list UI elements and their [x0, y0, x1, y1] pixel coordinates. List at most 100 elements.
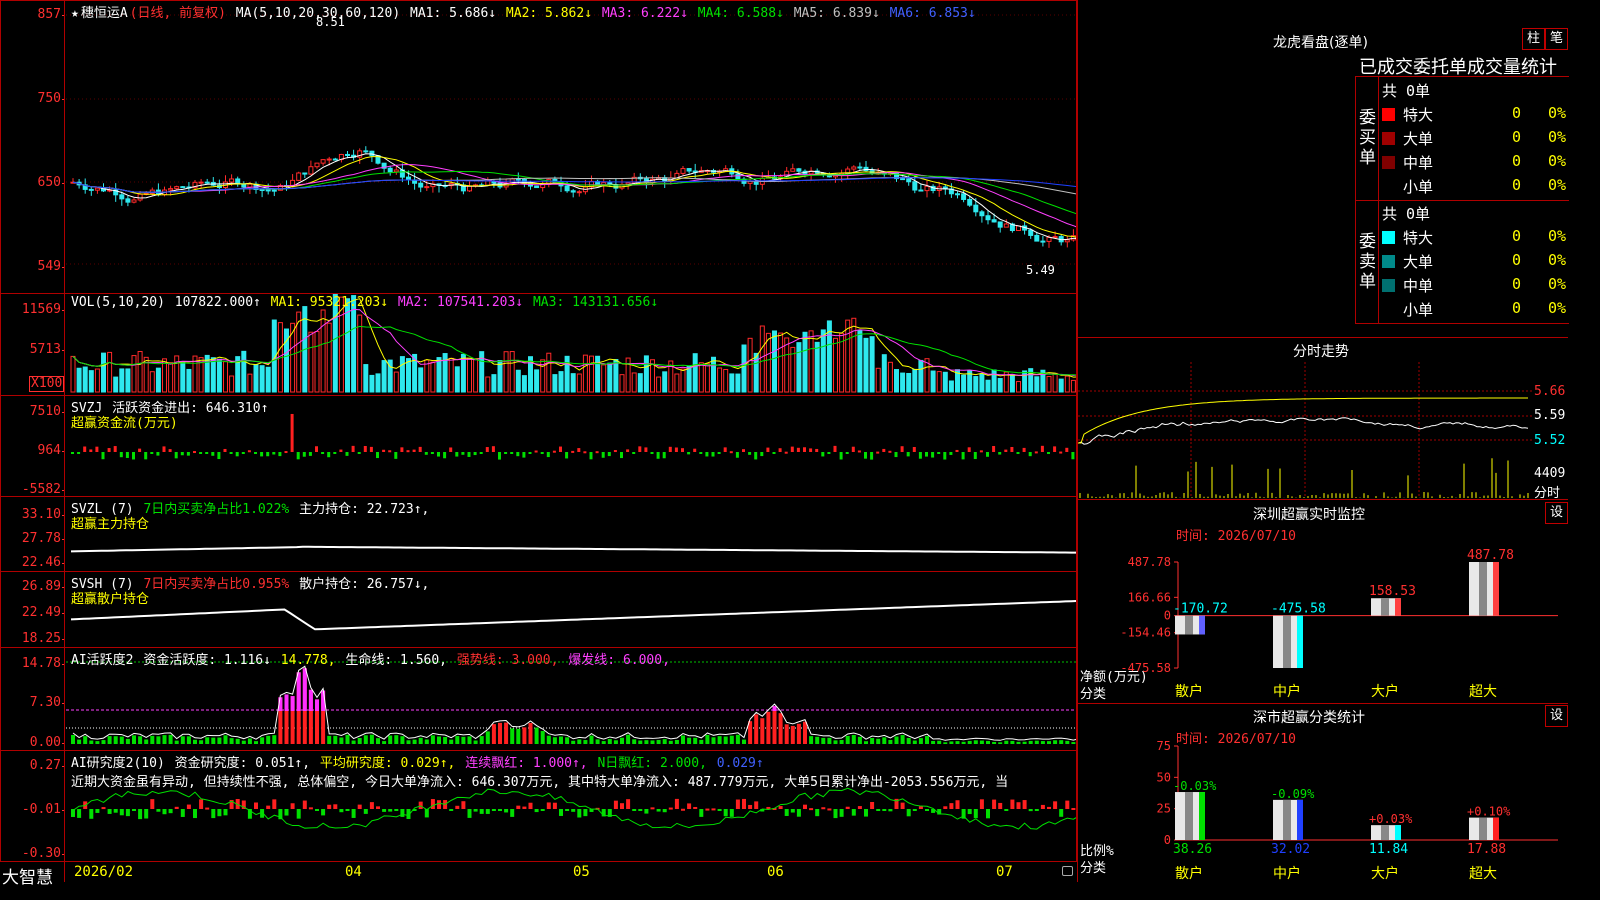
- ai1-bar: [674, 739, 679, 744]
- ma2: MA2: 5.862↓: [505, 6, 593, 21]
- ai2-bar: [327, 804, 332, 809]
- svzj-bar: [119, 452, 123, 458]
- ai2-bar: [687, 803, 692, 809]
- vol-bar: [985, 379, 991, 393]
- svzj-bar: [376, 452, 379, 459]
- vol-bar: [137, 351, 143, 393]
- svzj-bar: [650, 452, 654, 454]
- svzj-bar: [583, 451, 587, 454]
- ai2-bar: [711, 808, 716, 811]
- svzj-bar: [644, 447, 648, 452]
- candle: [985, 215, 991, 221]
- ai2-bar: [674, 798, 679, 809]
- svzl-panel[interactable]: SVZL (7) 7日内买卖净占比1.022% 主力持仓: 22.723↑, 超…: [0, 496, 1077, 572]
- svzj-bar: [430, 452, 434, 454]
- lhb-item-name: 特大: [1403, 106, 1434, 124]
- ai2-bar: [369, 802, 374, 809]
- ai2-bar: [138, 809, 143, 820]
- vol-bar: [717, 367, 723, 393]
- ai2-bar: [1034, 809, 1039, 811]
- bar-value-label: -475.58: [1271, 602, 1326, 617]
- ai1-bar-top: [772, 706, 777, 711]
- ai1-bar: [101, 740, 106, 744]
- ai2-bar: [565, 809, 570, 811]
- fenshi-panel[interactable]: 分时走势 5.66 5.59 5.52 4409 分时: [1077, 338, 1568, 501]
- vol-bar: [1052, 372, 1058, 393]
- ai1-bar: [254, 741, 258, 744]
- ai2-bar: [851, 809, 856, 816]
- svzj-bar: [864, 452, 867, 459]
- ai2-bar: [998, 802, 1003, 809]
- ai2-bar: [796, 809, 801, 817]
- ai2-bar: [638, 809, 643, 811]
- svzj-bar: [290, 413, 294, 452]
- vol-bar: [314, 331, 320, 393]
- ai1-bar: [992, 741, 997, 744]
- ai1-bar: [229, 738, 234, 744]
- classify-panel[interactable]: 深市超赢分类统计 设 时间: 2026/07/10 75 50 25 0 38.26 -0…: [1077, 704, 1569, 882]
- vol-bar: [759, 325, 765, 393]
- ai1-bar: [894, 736, 899, 744]
- vol-panel[interactable]: VOL(5,10,20) 107822.000↑ MA1: 95321.203↓…: [0, 293, 1077, 396]
- candle: [229, 178, 235, 183]
- ai2-bar: [162, 809, 167, 815]
- ai2-bar: [119, 809, 124, 816]
- ai1-panel[interactable]: AI活跃度2 资金活跃度: 1.116↓ 14.778, 生命线: 1.560,…: [0, 647, 1077, 751]
- vol-bar: [1016, 381, 1021, 393]
- svzj-bar: [107, 448, 111, 452]
- svsh-line: [70, 600, 1076, 631]
- vol-bar: [1046, 375, 1052, 393]
- candle: [418, 182, 424, 188]
- vol-bar: [308, 331, 314, 393]
- ai1-bar: [363, 735, 368, 744]
- vol-bar: [363, 364, 369, 393]
- ai1-bar: [687, 737, 692, 744]
- svzj-bar: [821, 452, 825, 457]
- svzj-bar: [412, 449, 416, 452]
- ai1-bar: [406, 740, 411, 744]
- kline-panel[interactable]: ★ 穗恒运A (日线, 前复权) MA(5,10,20,30,60,120) MA1…: [0, 0, 1077, 294]
- vol-bar: [94, 368, 100, 393]
- ai2-panel[interactable]: AI研究度2(10) 资金研究度: 0.051↑, 平均研究度: 0.029↑,…: [0, 750, 1077, 862]
- svzj-bar: [101, 452, 105, 460]
- category-label: 中户: [1273, 865, 1301, 882]
- category-label: 散户: [1175, 683, 1203, 700]
- svzj-panel[interactable]: SVZJ 活跃资金进出: 646.310↑ 超赢资金流(万元) 7510 964…: [0, 395, 1077, 497]
- lhb-item-value: 0: [1512, 299, 1522, 317]
- star-icon[interactable]: ★: [71, 6, 79, 21]
- monitor-panel[interactable]: 深圳超赢实时监控 设 时间: 2026/07/10 487.78 166.66 0-…: [1077, 500, 1569, 704]
- tab-tick[interactable]: 笔: [1545, 28, 1569, 50]
- ai2-bar: [339, 809, 344, 813]
- vol-bar: [863, 337, 869, 393]
- ai2-bar: [778, 806, 783, 809]
- ai1-bar: [1016, 741, 1021, 744]
- lhb-item-name: 大单: [1403, 130, 1434, 148]
- svzj-bar: [577, 448, 581, 452]
- candle: [174, 186, 180, 190]
- vol-bar: [930, 370, 936, 393]
- app-logo[interactable]: 大智慧: [2, 863, 53, 888]
- lock-icon[interactable]: [1062, 866, 1073, 876]
- ai2-bar: [644, 809, 649, 814]
- ma5: MA5: 6.839↓: [793, 6, 880, 21]
- ai2-bar: [101, 807, 106, 810]
- svzj-bar: [174, 452, 178, 459]
- ai1-bar: [388, 735, 393, 744]
- ai1-bar: [266, 735, 271, 744]
- vol-label: VOL(5,10,20): [71, 295, 165, 310]
- ai1-bar: [339, 737, 344, 744]
- svsh-panel[interactable]: SVSH (7) 7日内买卖净占比0.955% 散户持仓: 26.757↓, 超…: [0, 571, 1077, 648]
- ai1-bar: [681, 735, 685, 744]
- bar-shade: [1185, 792, 1193, 840]
- ai1-bar: [809, 736, 814, 744]
- ai2-c: 连续飘红: 1.000↑,: [465, 756, 588, 771]
- vol-bar: [814, 341, 820, 393]
- ai1-bar: [1004, 740, 1009, 744]
- vol-unit[interactable]: X100: [29, 376, 65, 392]
- ai1-bar: [857, 736, 862, 744]
- ai2-bar: [95, 809, 100, 813]
- ma6: MA6: 6.853↓: [889, 6, 976, 21]
- svzj-bar: [674, 447, 678, 452]
- ai2-bar: [986, 809, 990, 819]
- tab-bar[interactable]: 柱: [1522, 28, 1546, 50]
